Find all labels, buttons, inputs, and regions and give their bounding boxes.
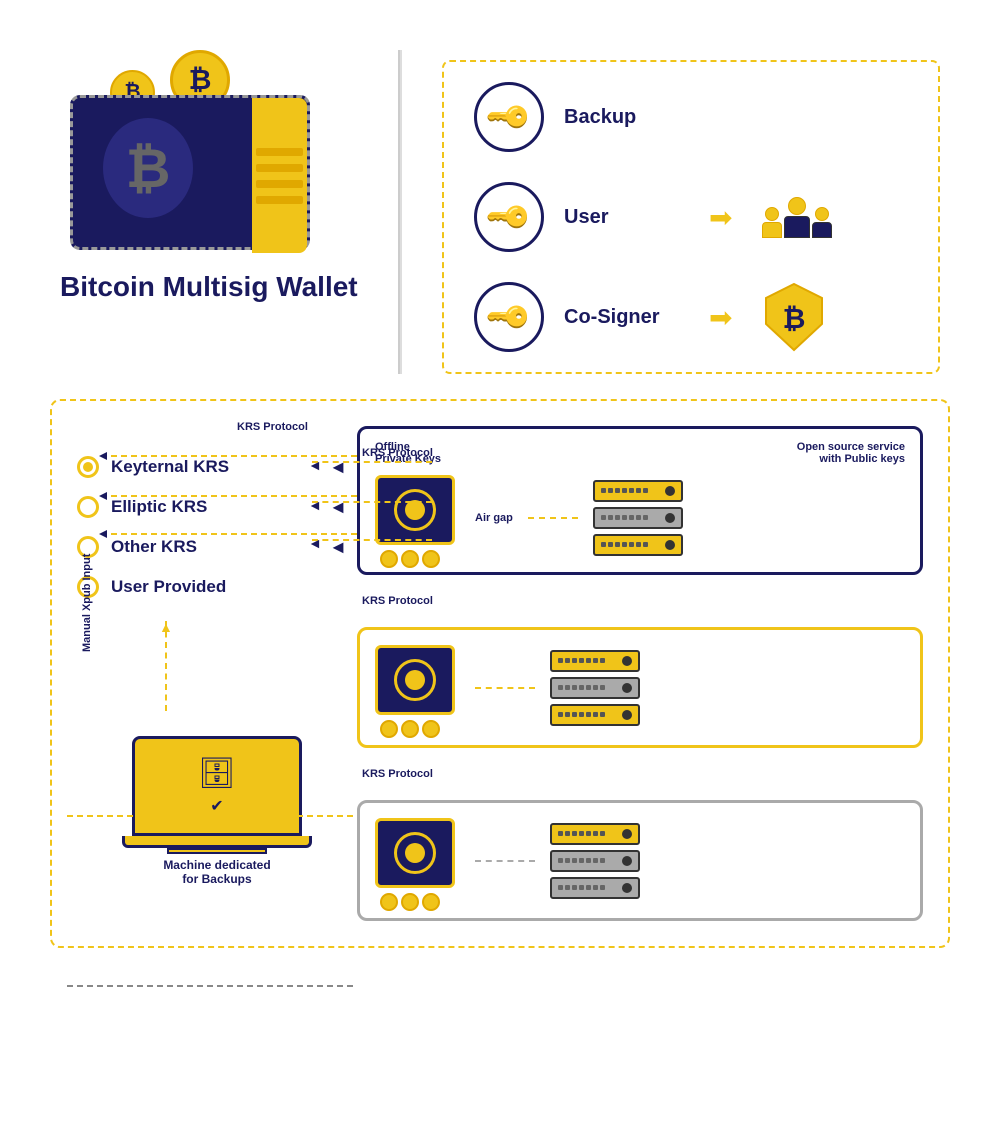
krs-protocol-mid-label: KRS Protocol (357, 595, 923, 607)
backup-key-row: 🔑 Backup (474, 82, 908, 152)
safe2-content (375, 645, 905, 730)
arrow-head-1: ◄ (308, 457, 322, 473)
keyternal-label: Keyternal KRS (111, 457, 229, 477)
wallet-flap (252, 98, 307, 253)
user-arrow-icon: ➡ (709, 201, 732, 234)
arrow-line-3 (312, 539, 432, 541)
arrow-line-2 (312, 501, 432, 503)
krs-option-other[interactable]: Other KRS ◄ (77, 536, 337, 558)
wallet-body: ₿ 🔑 (70, 95, 310, 250)
users-group-icon (762, 197, 832, 238)
arrow-line-1 (312, 461, 432, 463)
safe1-icon (375, 475, 460, 560)
safe-box-3 (357, 800, 923, 921)
krs-option-user[interactable]: User Provided (77, 576, 337, 598)
safe2-servers (550, 650, 640, 726)
keyternal-radio[interactable] (77, 456, 99, 478)
safe-box-2 (357, 627, 923, 748)
shield-bitcoin-icon: ₿ (762, 282, 827, 352)
safe-box-1: OfflinePrivate Keys Open source servicew… (357, 426, 923, 575)
safe2-icon (375, 645, 460, 730)
safes-panel: OfflinePrivate Keys Open source servicew… (357, 426, 923, 921)
krs-protocol-top-label: KRS Protocol (237, 421, 308, 433)
safe1-content: Air gap (375, 475, 905, 560)
laptop-base (122, 836, 312, 848)
laptop-hinge (167, 848, 267, 854)
elliptic-label: Elliptic KRS (111, 497, 207, 517)
safe3-servers (550, 823, 640, 899)
keys-panel: 🔑 Backup 🔑 User ➡ (402, 50, 940, 374)
left-panel: KRS Protocol Keyternal KRS ◄ Elliptic KR… (77, 426, 337, 921)
other-label: Other KRS (111, 537, 197, 557)
wallet-left-panel: ₿ ₿ ₿ 🔑 Bitcoin Multisig (60, 50, 400, 374)
laptop-label: Machine dedicatedfor Backups (163, 858, 270, 886)
wallet-title: Bitcoin Multisig Wallet (60, 270, 358, 304)
safe3-icon (375, 818, 460, 903)
safe1-header: OfflinePrivate Keys Open source servicew… (375, 441, 905, 465)
laptop-wrap: 🗄 ✔ Machine dedicatedfor Backups (97, 736, 337, 886)
safe1-header-right: Open source servicewith Public keys (797, 441, 905, 465)
backup-key-circle: 🔑 (474, 82, 544, 152)
elliptic-radio[interactable] (77, 496, 99, 518)
xpub-input-area: ▲ Manual Xpub Input (77, 616, 337, 716)
krs-option-keyternal[interactable]: Keyternal KRS ◄ (77, 456, 337, 478)
air-gap-label: Air gap (475, 512, 513, 524)
air-gap-line (528, 517, 578, 519)
user-key-label: User (564, 206, 684, 229)
safe3-content (375, 818, 905, 903)
cosigner-key-row: 🔑 Co-Signer ➡ ₿ (474, 282, 908, 352)
keys-dashed-box: 🔑 Backup 🔑 User ➡ (442, 60, 940, 374)
krs-proto-top: KRS Protocol (362, 447, 433, 459)
krs-protocol-bot-label: KRS Protocol (357, 768, 923, 780)
svg-text:₿: ₿ (783, 303, 806, 334)
db-icon: 🗄 (198, 756, 236, 791)
cosigner-key-circle: 🔑 (474, 282, 544, 352)
bottom-section: KRS Protocol Keyternal KRS ◄ Elliptic KR… (50, 399, 950, 948)
user-key-row: 🔑 User ➡ (474, 182, 908, 252)
krs-options-list: Keyternal KRS ◄ Elliptic KRS ◄ Other KRS… (77, 456, 337, 598)
cosigner-key-label: Co-Signer (564, 306, 684, 329)
xpub-label: Manual Xpub Input (81, 554, 93, 652)
check-icon: ✔ (210, 796, 223, 816)
safe1-servers (593, 480, 683, 556)
safe3-line (475, 860, 535, 862)
wallet-b-symbol: ₿ (103, 118, 193, 218)
wallet-illustration: ₿ ₿ ₿ 🔑 (60, 50, 340, 250)
arrow-head-2: ◄ (308, 497, 322, 513)
top-section: ₿ ₿ ₿ 🔑 Bitcoin Multisig (20, 20, 980, 394)
arrow-head-3: ◄ (308, 535, 322, 551)
backup-key-label: Backup (564, 106, 684, 129)
krs-option-elliptic[interactable]: Elliptic KRS ◄ (77, 496, 337, 518)
laptop-screen: 🗄 ✔ (132, 736, 302, 836)
safe2-line (475, 687, 535, 689)
cosigner-arrow-icon: ➡ (709, 301, 732, 334)
bottom-inner: KRS Protocol Keyternal KRS ◄ Elliptic KR… (77, 426, 923, 921)
user-provided-label: User Provided (111, 577, 226, 597)
user-key-circle: 🔑 (474, 182, 544, 252)
